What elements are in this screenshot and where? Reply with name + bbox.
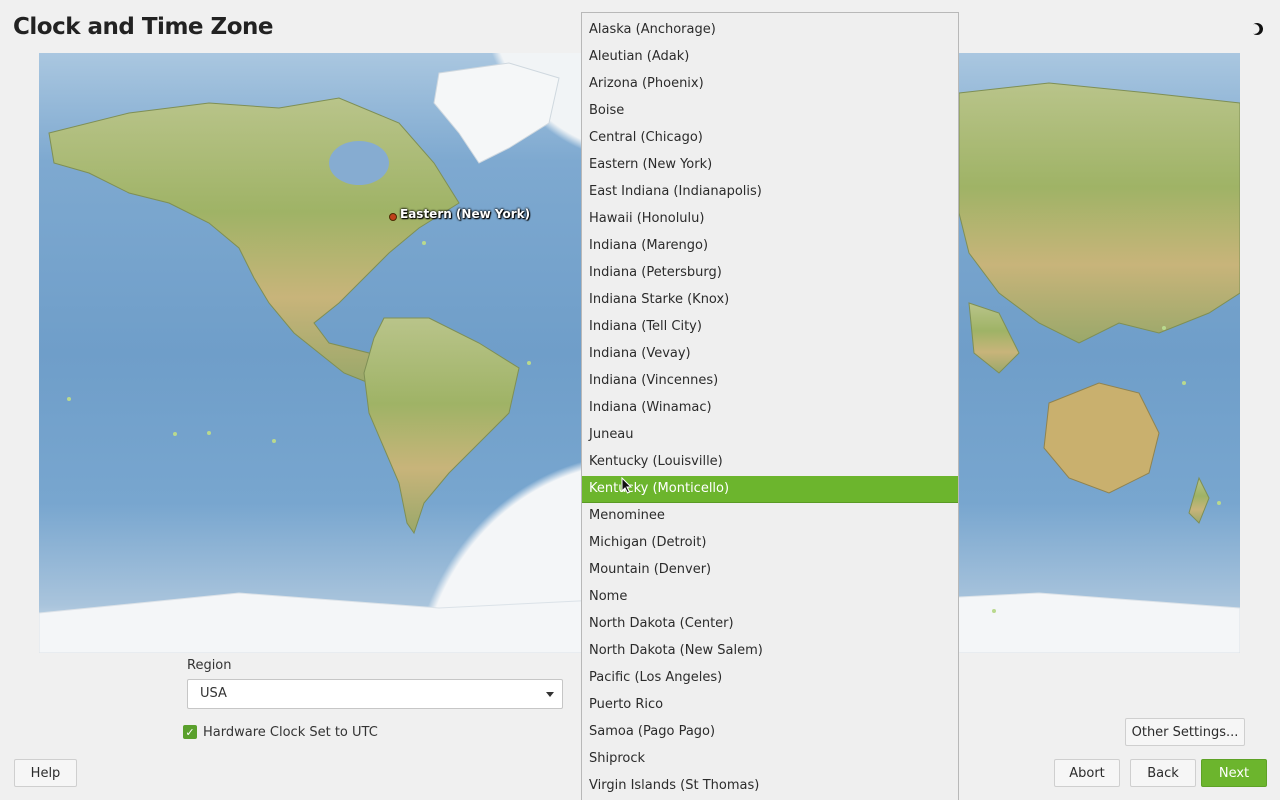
chevron-down-icon (546, 692, 554, 697)
hardware-clock-label: Hardware Clock Set to UTC (203, 724, 378, 740)
timezone-item[interactable]: Alaska (Anchorage) (582, 17, 958, 44)
mouse-pointer-icon (621, 477, 633, 494)
checkbox-checked-icon[interactable]: ✓ (183, 725, 197, 739)
abort-button[interactable]: Abort (1054, 759, 1120, 787)
timezone-item[interactable]: Central (Chicago) (582, 125, 958, 152)
timezone-item[interactable]: Michigan (Detroit) (582, 530, 958, 557)
hardware-clock-row[interactable]: ✓ Hardware Clock Set to UTC (183, 723, 378, 741)
timezone-item[interactable]: Arizona (Phoenix) (582, 71, 958, 98)
timezone-item[interactable]: Eastern (New York) (582, 152, 958, 179)
region-label: Region (187, 658, 232, 673)
map-marker-label: Eastern (New York) (400, 207, 531, 221)
timezone-item[interactable]: Hawaii (Honolulu) (582, 206, 958, 233)
timezone-item[interactable]: Indiana (Petersburg) (582, 260, 958, 287)
timezone-item[interactable]: Indiana (Vincennes) (582, 368, 958, 395)
timezone-item[interactable]: Pacific (Los Angeles) (582, 665, 958, 692)
timezone-dropdown-list[interactable]: Alaska (Anchorage) Aleutian (Adak) Arizona… (581, 12, 959, 800)
theme-toggle-icon[interactable] (1248, 20, 1266, 38)
timezone-item[interactable]: Indiana (Vevay) (582, 341, 958, 368)
region-select[interactable]: USA (187, 679, 563, 709)
next-button[interactable]: Next (1201, 759, 1267, 787)
timezone-item[interactable]: Juneau (582, 422, 958, 449)
timezone-item[interactable]: Samoa (Pago Pago) (582, 719, 958, 746)
timezone-item[interactable]: Indiana Starke (Knox) (582, 287, 958, 314)
timezone-item[interactable]: Boise (582, 98, 958, 125)
timezone-item[interactable]: Indiana (Winamac) (582, 395, 958, 422)
timezone-item[interactable]: Mountain (Denver) (582, 557, 958, 584)
page-title: Clock and Time Zone (13, 14, 273, 40)
timezone-item[interactable]: Indiana (Tell City) (582, 314, 958, 341)
map-location-marker[interactable] (389, 213, 397, 221)
timezone-item[interactable]: Kentucky (Louisville) (582, 449, 958, 476)
timezone-item[interactable]: Indiana (Marengo) (582, 233, 958, 260)
timezone-item[interactable]: Aleutian (Adak) (582, 44, 958, 71)
other-settings-button[interactable]: Other Settings... (1125, 718, 1245, 746)
timezone-item[interactable]: Menominee (582, 503, 958, 530)
timezone-item[interactable]: North Dakota (Center) (582, 611, 958, 638)
timezone-item[interactable]: Virgin Islands (St Thomas) (582, 773, 958, 800)
back-button[interactable]: Back (1130, 759, 1196, 787)
region-select-value: USA (200, 686, 227, 701)
timezone-item-selected[interactable]: Kentucky (Monticello) (582, 476, 958, 503)
help-button[interactable]: Help (14, 759, 77, 787)
timezone-item[interactable]: East Indiana (Indianapolis) (582, 179, 958, 206)
timezone-item[interactable]: Shiprock (582, 746, 958, 773)
timezone-item[interactable]: Nome (582, 584, 958, 611)
timezone-item[interactable]: Puerto Rico (582, 692, 958, 719)
timezone-item[interactable]: North Dakota (New Salem) (582, 638, 958, 665)
